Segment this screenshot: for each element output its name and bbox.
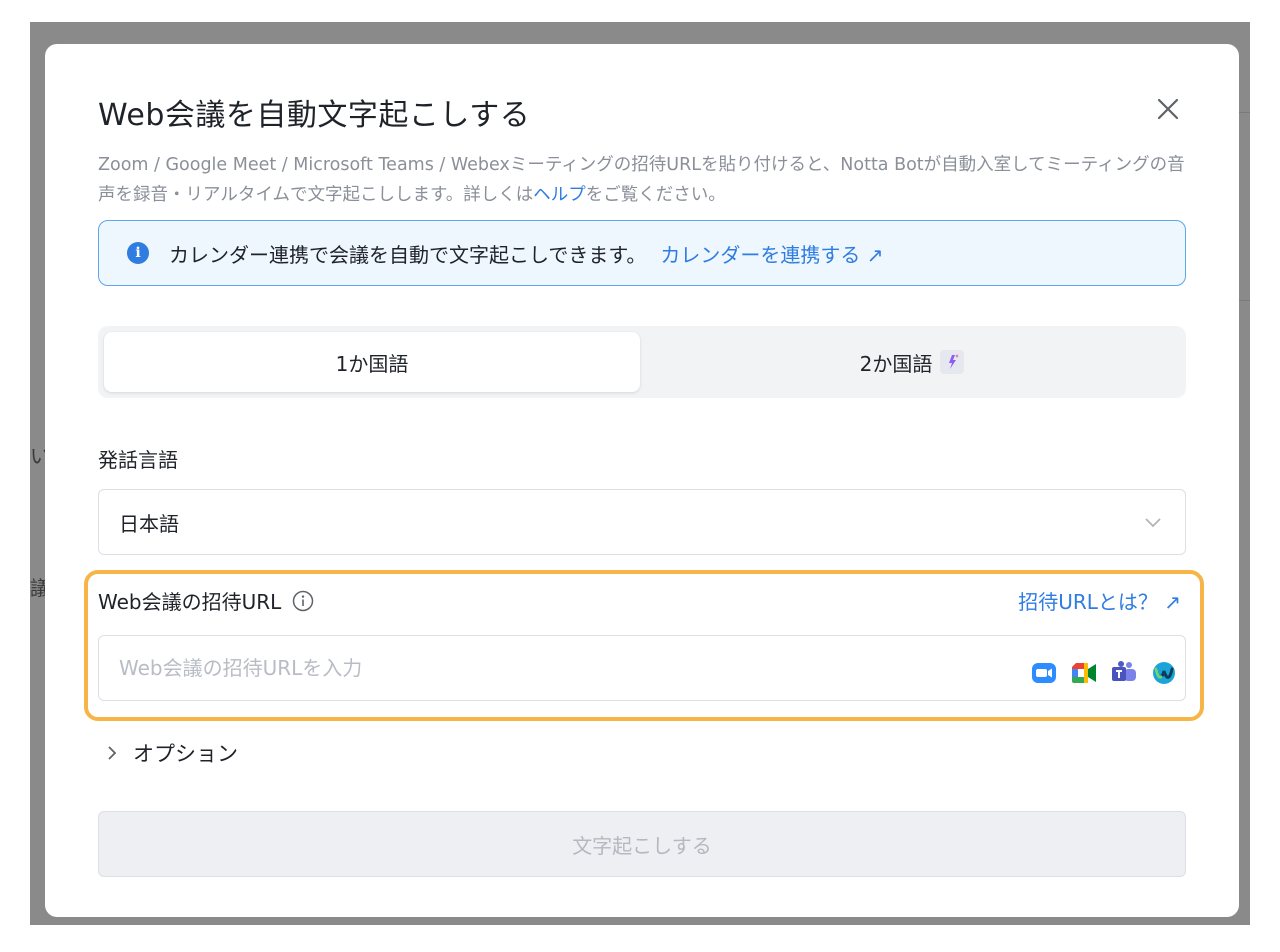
options-label: オプション <box>133 742 238 766</box>
invite-url-label-row: Web会議の招待URL <box>98 586 315 615</box>
start-transcription-button[interactable]: 文字起こしする <box>98 811 1186 877</box>
meeting-app-icons <box>1030 660 1178 686</box>
google-meet-icon <box>1070 660 1098 686</box>
speech-language-select[interactable]: 日本語 <box>98 489 1186 555</box>
chevron-down-icon <box>1145 518 1161 528</box>
info-circle-icon[interactable] <box>291 589 315 613</box>
background-fragment <box>1239 112 1250 113</box>
banner-message: カレンダー連携で会議を自動で文字起こしできます。 <box>169 242 647 267</box>
close-button[interactable] <box>1153 94 1183 124</box>
invite-url-input[interactable] <box>98 635 1186 701</box>
speech-language-label: 発話言語 <box>98 448 178 472</box>
tab-two-languages[interactable]: 2か国語 <box>644 332 1180 392</box>
language-mode-switch: 1か国語 2か国語 <box>98 326 1186 398</box>
transcribe-meeting-dialog: Web会議を自動文字起こしする Zoom / Google Meet / Mic… <box>45 44 1239 917</box>
connect-calendar-link[interactable]: カレンダーを連携する ↗ <box>660 239 883 268</box>
chevron-right-icon <box>108 746 117 760</box>
microsoft-teams-icon <box>1110 660 1138 686</box>
speech-language-value: 日本語 <box>119 511 179 536</box>
background-fragment <box>1239 300 1250 301</box>
options-toggle[interactable]: オプション <box>103 738 238 768</box>
calendar-banner: i カレンダー連携で会議を自動で文字起こしできます。 カレンダーを連携する ↗ <box>98 220 1186 286</box>
webex-icon <box>1150 660 1178 686</box>
sparkle-icon <box>940 350 965 374</box>
what-is-invite-url-link[interactable]: 招待URLとは？ ↗ <box>1018 586 1181 615</box>
close-icon <box>1157 98 1179 120</box>
info-icon: i <box>127 242 149 264</box>
invite-url-label: Web会議の招待URL <box>98 590 282 614</box>
tab-one-language[interactable]: 1か国語 <box>104 332 640 392</box>
dialog-description: Zoom / Google Meet / Microsoft Teams / W… <box>98 155 1185 205</box>
dialog-title: Web会議を自動文字起こしする <box>98 98 531 133</box>
zoom-icon <box>1030 660 1058 686</box>
help-link[interactable]: ヘルプ <box>533 185 586 205</box>
